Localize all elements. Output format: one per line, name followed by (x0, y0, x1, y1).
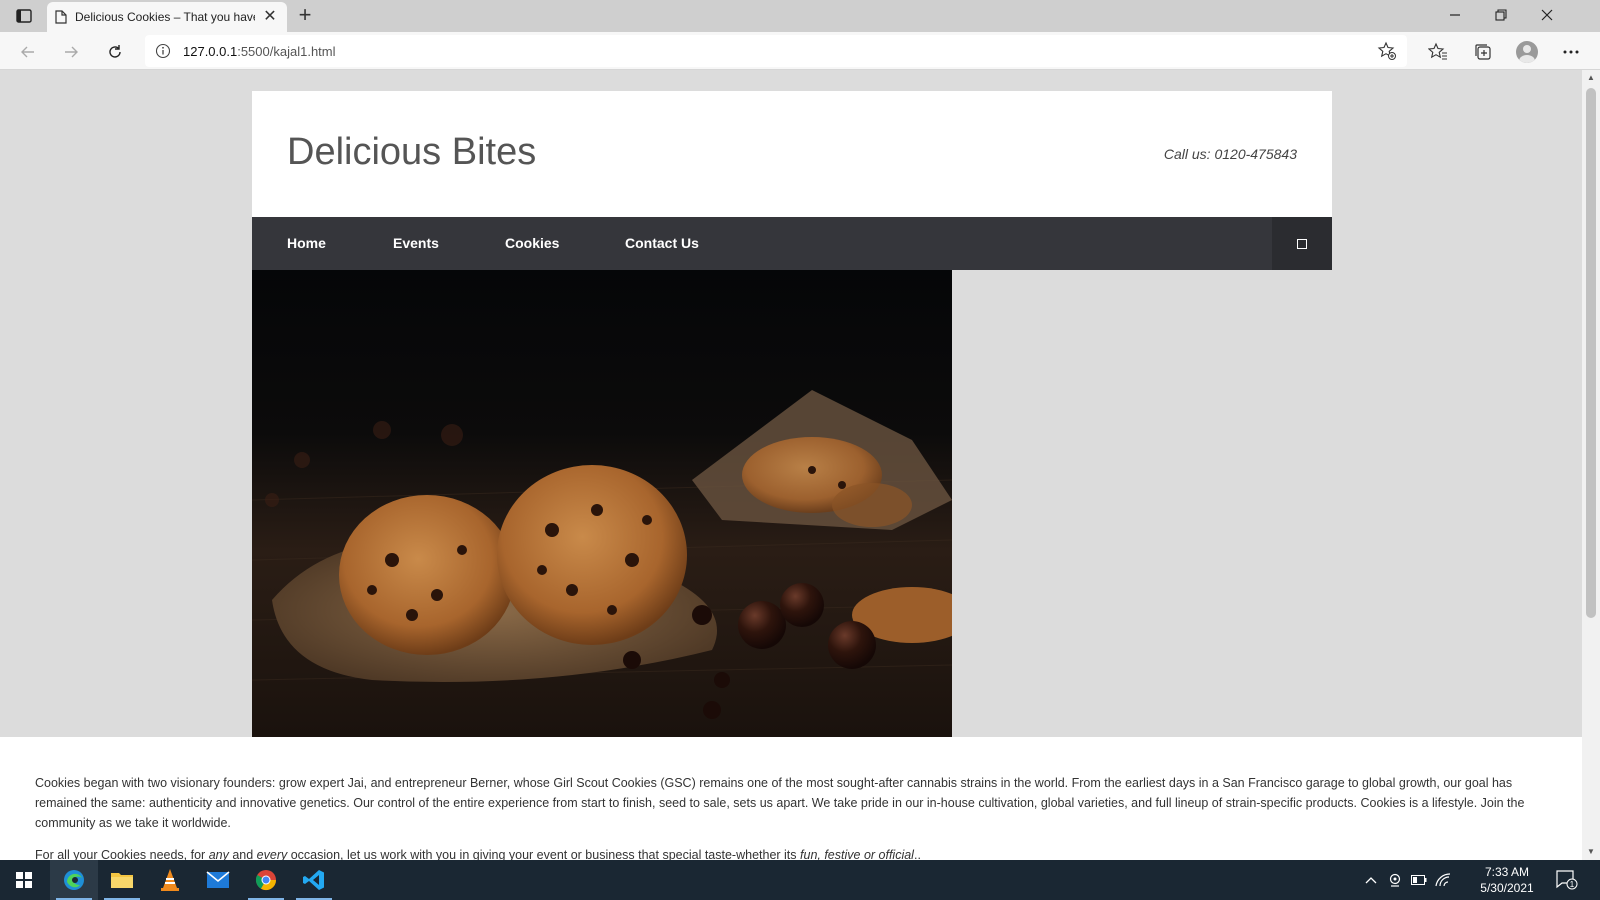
close-window-button[interactable] (1524, 0, 1570, 30)
vscode-icon (303, 870, 324, 890)
p2-emph-occasions: fun, festive or official (800, 848, 914, 860)
tray-battery[interactable] (1408, 860, 1430, 900)
taskbar-vscode[interactable] (290, 860, 338, 900)
webcam-icon (1389, 873, 1401, 887)
start-button[interactable] (0, 860, 48, 900)
site-nav: Home Events Cookies Contact Us (252, 217, 1332, 270)
nav-menu-button[interactable] (1272, 217, 1332, 270)
mail-icon (206, 871, 230, 888)
clock-time: 7:33 AM (1484, 865, 1530, 879)
browser-tab-active[interactable]: Delicious Cookies – That you have ✕ (47, 2, 287, 32)
edge-icon (64, 870, 84, 890)
tab-actions-icon (16, 9, 32, 23)
scroll-up-arrow-icon[interactable]: ▲ (1582, 70, 1600, 86)
p2-emph-any: any (208, 848, 229, 860)
phone-number: Call us: 0120-475843 (1163, 146, 1297, 162)
site-header: Delicious Bites Call us: 0120-475843 (252, 91, 1332, 217)
page-scrollbar[interactable]: ▲ ▼ (1582, 70, 1600, 860)
chrome-icon (255, 870, 277, 891)
restore-button[interactable] (1478, 0, 1524, 30)
close-tab-icon[interactable]: ✕ (261, 8, 279, 26)
add-favorite-button[interactable] (1377, 41, 1397, 61)
windows-taskbar: 7:33 AM 5/30/2021 1 (0, 860, 1600, 900)
p2-emph-every: every (256, 848, 288, 860)
taskbar-mail[interactable] (194, 860, 242, 900)
avatar (1516, 41, 1538, 63)
forward-arrow-icon (65, 46, 78, 58)
taskbar-file-explorer[interactable] (98, 860, 146, 900)
p2-text-c: and (228, 848, 257, 860)
chevron-up-icon (1365, 877, 1377, 884)
browser-tab-bar: Delicious Cookies – That you have ✕ + (0, 0, 1600, 32)
wifi-icon (1435, 873, 1451, 887)
back-arrow-icon (21, 46, 34, 58)
menu-square-icon (1297, 238, 1307, 249)
notification-icon: 1 (1556, 870, 1578, 890)
clock-date: 5/30/2021 (1480, 881, 1534, 895)
taskbar-clock[interactable]: 7:33 AM 5/30/2021 (1472, 864, 1542, 896)
minimize-icon (1450, 14, 1460, 16)
star-add-icon (1377, 41, 1396, 60)
tray-wifi[interactable] (1432, 860, 1454, 900)
nav-link-home[interactable]: Home (287, 235, 326, 251)
profile-button[interactable] (1514, 39, 1540, 65)
scrollbar-thumb[interactable] (1586, 88, 1596, 618)
notification-count: 1 (1570, 880, 1575, 889)
url-path: :5500/kajal1.html (237, 43, 336, 59)
restore-icon (1495, 9, 1507, 21)
action-center-button[interactable]: 1 (1550, 860, 1584, 900)
page-viewport: Delicious Bites Call us: 0120-475843 Hom… (0, 70, 1582, 860)
occasion-paragraph: For all your Cookies needs, for any and … (35, 845, 1547, 860)
nav-link-events[interactable]: Events (393, 235, 439, 251)
p2-text-g: .. (913, 848, 921, 860)
refresh-button[interactable] (102, 39, 128, 65)
back-button[interactable] (15, 39, 41, 65)
site-title: Delicious Bites (287, 131, 537, 173)
nav-link-cookies[interactable]: Cookies (505, 235, 559, 251)
settings-more-button[interactable] (1558, 39, 1584, 65)
folder-icon (111, 873, 133, 888)
windows-logo-icon (16, 872, 32, 888)
battery-icon (1411, 875, 1427, 885)
address-bar[interactable]: 127.0.0.1:5500/kajal1.html (145, 35, 1407, 67)
taskbar-edge[interactable] (50, 860, 98, 900)
favorites-icon (1428, 42, 1447, 60)
scroll-down-arrow-icon[interactable]: ▼ (1582, 844, 1600, 860)
browser-toolbar: 127.0.0.1:5500/kajal1.html (0, 32, 1600, 70)
about-paragraph: Cookies began with two visionary founder… (35, 776, 1525, 830)
more-icon (1563, 50, 1579, 54)
hero-image-cookies (252, 270, 952, 737)
cookies-photo (252, 270, 952, 737)
tab-title: Delicious Cookies – That you have (75, 10, 255, 24)
show-hidden-icons-button[interactable] (1360, 860, 1382, 900)
collections-icon (1475, 44, 1491, 60)
p2-text-e: occasion, let us work with you in giving… (287, 848, 801, 860)
taskbar-chrome[interactable] (242, 860, 290, 900)
refresh-icon (109, 45, 121, 58)
forward-button[interactable] (58, 39, 84, 65)
vlc-cone-icon (161, 869, 179, 891)
minimize-button[interactable] (1432, 0, 1478, 30)
info-icon[interactable] (155, 43, 171, 59)
url-host: 127.0.0.1 (183, 43, 238, 59)
url-text[interactable]: 127.0.0.1:5500/kajal1.html (183, 44, 336, 59)
close-icon (1541, 9, 1553, 21)
tray-meet-now[interactable] (1384, 860, 1406, 900)
favorites-button[interactable] (1425, 39, 1451, 65)
p2-text-a: For all your Cookies needs, for (35, 848, 209, 860)
page-icon (55, 10, 67, 24)
nav-link-contact-us[interactable]: Contact Us (625, 235, 699, 251)
taskbar-vlc[interactable] (146, 860, 194, 900)
collections-button[interactable] (1470, 39, 1496, 65)
new-tab-button[interactable]: + (293, 4, 317, 28)
tab-actions-button[interactable] (12, 6, 36, 26)
about-section: Cookies began with two visionary founder… (0, 737, 1582, 860)
